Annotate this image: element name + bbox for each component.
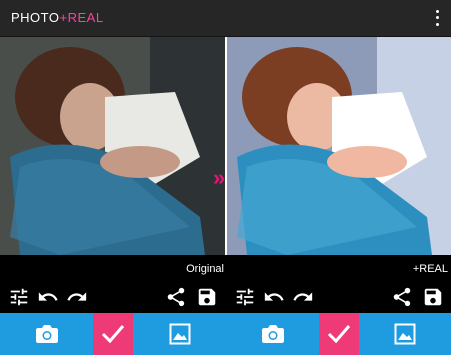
logo-plus-text: +REAL (59, 10, 104, 25)
camera-icon (261, 325, 284, 343)
camera-icon (35, 325, 58, 343)
redo-icon[interactable] (292, 286, 314, 308)
save-icon[interactable] (422, 286, 444, 308)
tune-icon[interactable] (234, 286, 256, 308)
apply-button[interactable] (319, 313, 359, 355)
gallery-button[interactable] (359, 313, 451, 355)
label-bar (0, 255, 451, 283)
save-icon[interactable] (196, 286, 218, 308)
camera-button[interactable] (0, 313, 93, 355)
logo-text: PHOTO (11, 10, 60, 25)
enhanced-label: +REAL (412, 263, 448, 275)
original-label: Original (186, 263, 224, 275)
original-photo (0, 37, 225, 255)
enhanced-photo (227, 37, 451, 255)
gallery-button[interactable] (133, 313, 226, 355)
image-icon (394, 323, 416, 345)
check-icon (101, 325, 125, 344)
undo-icon[interactable] (263, 286, 285, 308)
camera-button[interactable] (226, 313, 319, 355)
app-logo: PHOTO+REAL (11, 10, 104, 25)
check-icon (327, 325, 351, 344)
share-icon[interactable] (391, 286, 413, 308)
tune-icon[interactable] (8, 286, 30, 308)
more-vert-icon[interactable] (432, 8, 442, 28)
image-icon (169, 323, 190, 345)
double-chevron-right-icon: » (213, 165, 226, 190)
share-icon[interactable] (165, 286, 187, 308)
undo-icon[interactable] (37, 286, 59, 308)
apply-button[interactable] (93, 313, 133, 355)
redo-icon[interactable] (66, 286, 88, 308)
